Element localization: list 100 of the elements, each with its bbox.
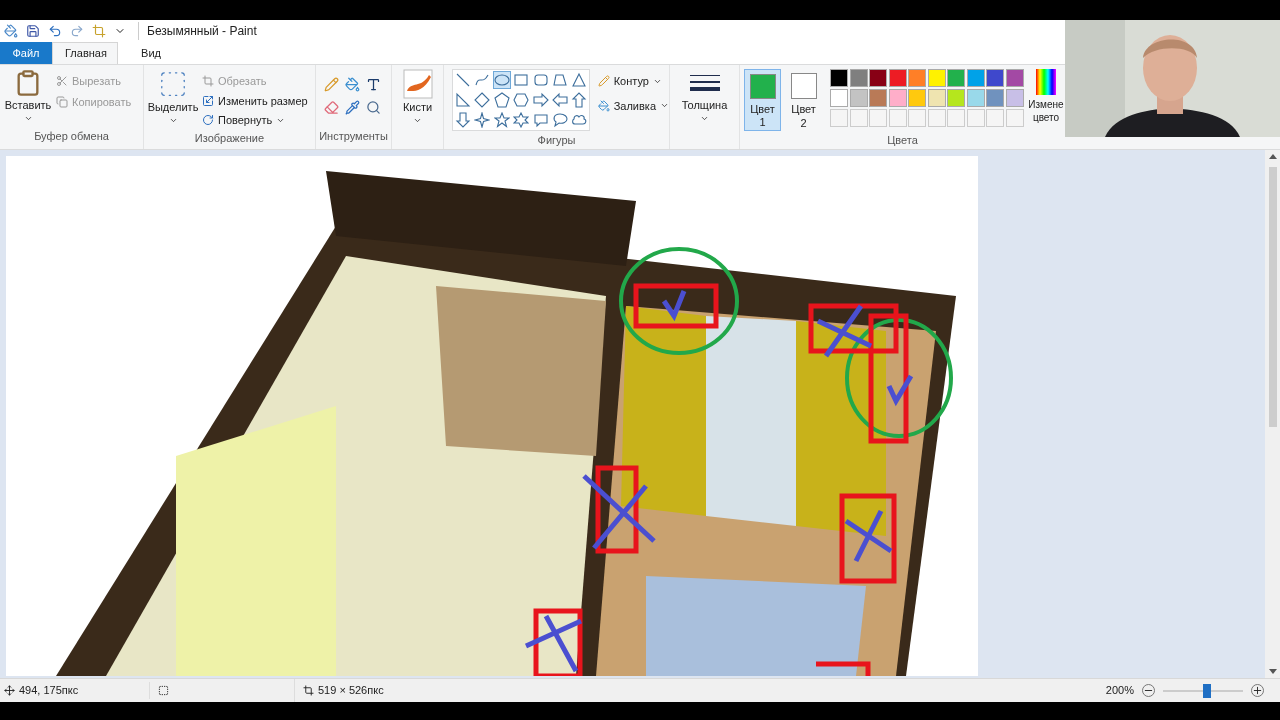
cursor-position-icon	[4, 685, 15, 696]
select-button[interactable]: Выделить	[148, 69, 198, 129]
shape-icon	[474, 92, 491, 108]
palette-swatch[interactable]	[947, 89, 966, 107]
palette-swatch[interactable]	[888, 69, 907, 87]
scroll-up-icon[interactable]	[1268, 154, 1277, 159]
shape-tool[interactable]	[550, 71, 569, 89]
palette-swatch[interactable]	[869, 89, 888, 107]
palette-swatch[interactable]	[1005, 89, 1024, 107]
group-label: Буфер обмена	[34, 130, 109, 142]
palette-swatch[interactable]	[927, 69, 946, 87]
palette-swatch[interactable]	[1005, 69, 1024, 87]
palette-swatch[interactable]	[869, 69, 888, 87]
pencil-icon[interactable]	[324, 77, 339, 92]
palette-swatch[interactable]	[966, 69, 985, 87]
edit-colors-button[interactable]: Измене цвето	[1027, 69, 1065, 131]
shape-icon	[493, 72, 510, 88]
shape-icon	[571, 72, 588, 88]
eraser-icon[interactable]	[324, 100, 339, 115]
ribbon-tab[interactable]: Файл	[0, 42, 52, 64]
scrollbar-thumb[interactable]	[1268, 167, 1277, 427]
shape-icon	[532, 112, 549, 128]
outline-button[interactable]: Контур	[597, 73, 669, 90]
shape-tool[interactable]	[454, 71, 472, 89]
undo-icon[interactable]	[48, 24, 62, 38]
shape-icon	[532, 72, 549, 88]
shape-tool[interactable]	[512, 111, 531, 129]
image-size-icon	[303, 685, 314, 696]
palette-swatch[interactable]	[927, 89, 946, 107]
scissors-icon	[56, 75, 68, 88]
shape-tool[interactable]	[492, 71, 511, 89]
shape-tool[interactable]	[570, 91, 589, 109]
shape-icon	[474, 112, 491, 128]
save-icon[interactable]	[26, 24, 40, 38]
zoom-slider-thumb[interactable]	[1203, 683, 1211, 698]
crop-icon	[202, 75, 214, 88]
shape-icon	[455, 112, 471, 128]
shape-tool[interactable]	[473, 91, 492, 109]
palette-swatch[interactable]	[966, 89, 985, 107]
palette-swatch[interactable]	[908, 69, 927, 87]
zoom-slider[interactable]	[1163, 683, 1243, 698]
shape-tool[interactable]	[550, 91, 569, 109]
scroll-down-icon[interactable]	[1268, 669, 1277, 674]
resize-icon	[202, 94, 214, 107]
shape-tool[interactable]	[492, 91, 511, 109]
palette-swatch[interactable]	[830, 89, 849, 107]
group-label: Цвета	[887, 134, 918, 146]
shape-icon	[551, 112, 568, 128]
zoom-level: 200%	[1105, 683, 1134, 699]
shape-icon	[571, 112, 588, 128]
rotate-button[interactable]: Повернуть	[202, 112, 308, 129]
palette-swatch[interactable]	[986, 89, 1004, 107]
color-slot-button[interactable]: Цвет 1	[744, 69, 782, 131]
zoom-in-icon[interactable]	[1251, 684, 1264, 697]
redo-icon[interactable]	[70, 24, 84, 38]
window-title: Безымянный - Paint	[138, 22, 257, 40]
group-label: Фигуры	[537, 134, 576, 146]
shape-tool[interactable]	[492, 111, 511, 129]
shape-tool[interactable]	[512, 71, 531, 89]
magnifier-icon[interactable]	[366, 100, 381, 115]
scrollbar[interactable]	[1265, 150, 1280, 678]
shape-icon	[493, 92, 510, 108]
brush-icon	[402, 69, 433, 99]
shape-tool[interactable]	[531, 111, 550, 129]
palette-swatch[interactable]	[888, 89, 907, 107]
cursor-position: 494, 175пкс	[19, 683, 79, 699]
shape-icon	[513, 112, 530, 128]
shape-tool[interactable]	[512, 91, 531, 109]
shape-icon	[493, 112, 510, 128]
palette-swatch[interactable]	[830, 69, 849, 87]
fill-button[interactable]: Заливка	[597, 97, 669, 114]
size-button[interactable]: Толщина	[670, 65, 739, 123]
shape-tool[interactable]	[454, 91, 472, 109]
shape-tool[interactable]	[531, 71, 550, 89]
shape-icon	[455, 72, 471, 88]
brushes-button[interactable]: Кисти	[392, 65, 443, 125]
rotate-icon	[202, 114, 214, 127]
shape-tool[interactable]	[531, 91, 550, 109]
paste-button[interactable]: Вставить	[4, 69, 52, 127]
palette-swatch[interactable]	[947, 69, 966, 87]
shape-tool[interactable]	[550, 111, 569, 129]
spectrum-icon	[1036, 69, 1056, 95]
palette-swatch[interactable]	[849, 89, 868, 107]
ribbon-tab[interactable]: Вид	[118, 42, 184, 64]
selection-size-icon	[158, 685, 169, 696]
resize-button[interactable]: Изменить размер	[202, 92, 308, 109]
copy-icon	[56, 95, 68, 108]
color-slot-button[interactable]: Цвет 2	[785, 69, 823, 131]
shape-tool[interactable]	[473, 111, 492, 129]
fill-icon[interactable]	[345, 77, 360, 92]
palette-swatch[interactable]	[849, 69, 868, 87]
ribbon-tab[interactable]: Главная	[52, 42, 118, 64]
shape-tool[interactable]	[454, 111, 472, 129]
palette-swatch[interactable]	[908, 89, 927, 107]
color-picker-icon[interactable]	[345, 100, 360, 115]
group-label: Изображение	[194, 131, 265, 144]
image-size: 519 × 526пкс	[318, 683, 384, 699]
palette-swatch[interactable]	[986, 69, 1004, 87]
text-icon[interactable]	[366, 77, 381, 92]
shape-tool[interactable]	[570, 71, 589, 89]
